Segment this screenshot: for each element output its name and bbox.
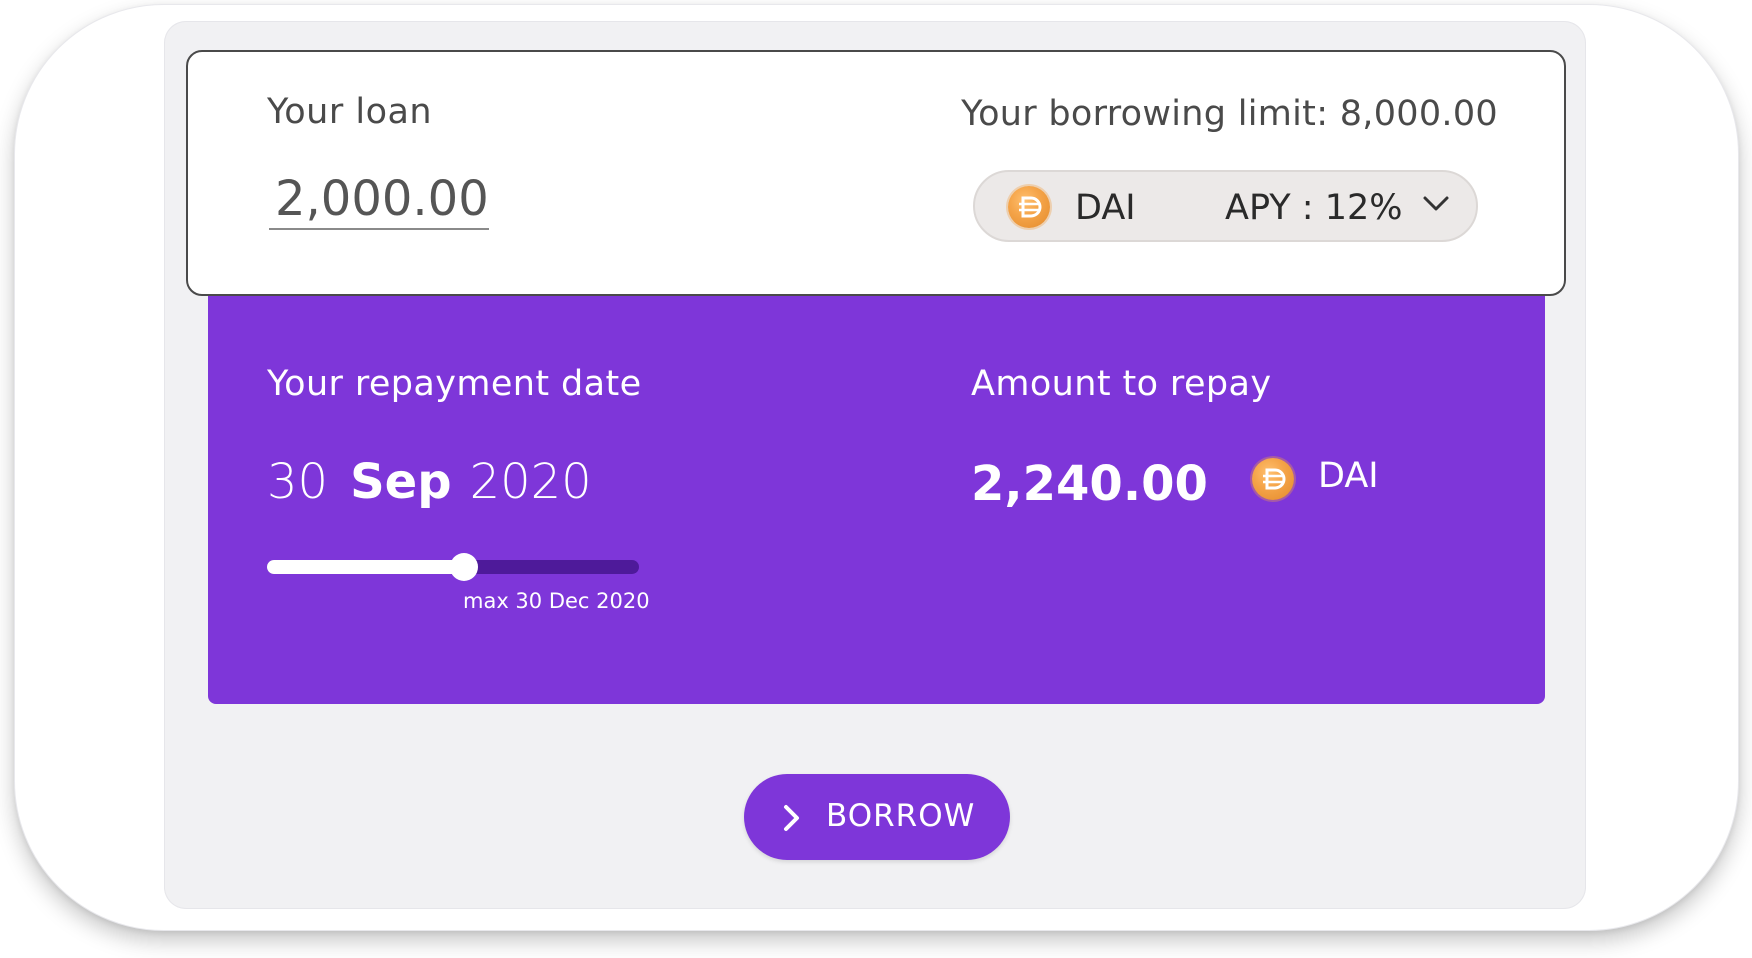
slider-fill [267,560,465,574]
slider-max-label: max 30 Dec 2020 [463,589,650,613]
token-selector[interactable]: DAI APY : 12% [973,170,1478,242]
dai-coin-icon [1252,458,1294,500]
borrowing-limit: Your borrowing limit: 8,000.00 [961,94,1498,134]
token-apy: APY : 12% [1225,188,1403,228]
repayment-month: Sep [350,454,452,510]
amount-token: DAI [1318,456,1379,496]
loan-label: Your loan [267,92,433,132]
token-name: DAI [1075,188,1136,228]
loan-amount-input[interactable] [269,170,489,230]
chevron-down-icon [1422,194,1450,218]
repayment-date: 30 Sep 2020 [267,454,592,510]
amount-to-repay-label: Amount to repay [971,364,1272,404]
slider-thumb[interactable] [450,553,479,581]
chevron-right-icon [782,804,802,840]
repayment-day: 30 [267,454,329,510]
loan-panel: Your loan Your borrowing limit: 8,000.00… [186,50,1566,296]
repayment-year: 2020 [469,454,592,510]
amount-to-repay-value: 2,240.00 [971,456,1208,512]
borrow-button[interactable]: BORROW [744,774,1010,860]
repayment-date-label: Your repayment date [267,364,642,404]
dai-coin-icon [1008,186,1050,228]
borrow-button-label: BORROW [826,798,976,834]
repayment-panel: Your repayment date 30 Sep 2020 max 30 Dec… [208,296,1545,704]
repayment-date-slider[interactable] [267,553,639,581]
